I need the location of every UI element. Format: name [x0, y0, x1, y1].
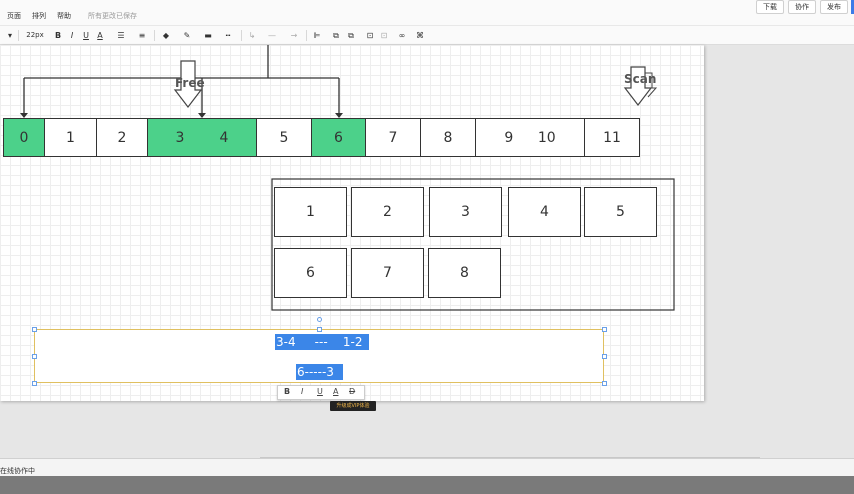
cell-6[interactable]: 6 [311, 118, 366, 157]
format-painter-icon[interactable]: ⌘ [414, 29, 426, 42]
lock-icon[interactable]: ⊡ [364, 29, 376, 42]
drawing-page[interactable]: Free Scan 0 1 2 3 4 5 6 7 8 9 10 11 1 2 … [0, 45, 704, 411]
cell-11[interactable]: 11 [584, 118, 640, 157]
box-1[interactable]: 1 [274, 187, 347, 237]
resize-handle[interactable] [602, 327, 607, 332]
send-back-icon[interactable]: ⧉ [345, 29, 357, 42]
dropdown-arrow-icon[interactable]: ▾ [6, 29, 14, 42]
resize-handle[interactable] [317, 327, 322, 332]
fmt-font-color-button[interactable]: A [333, 387, 338, 396]
fmt-bold-button[interactable]: B [284, 387, 290, 396]
align-objects-icon[interactable]: ⊫ [311, 29, 323, 42]
save-status: 所有更改已保存 [88, 12, 137, 20]
format-toolbar: ▾ 22px B I U A ☰ ≡ ◆ ✎ ▬ ┅ ↳ — → ⊫ ⧉ ⧉ ⊡… [0, 26, 854, 45]
fmt-italic-button[interactable]: I [301, 387, 303, 396]
toolbar-separator [241, 30, 242, 41]
box-2[interactable]: 2 [351, 187, 424, 237]
line-start-icon[interactable]: — [264, 29, 280, 42]
underline-button[interactable]: U [81, 29, 91, 42]
connector-icon[interactable]: ↳ [246, 29, 258, 42]
status-text: 在线协作中 [0, 467, 35, 475]
link-icon[interactable]: ∞ [396, 29, 408, 42]
resize-handle[interactable] [602, 381, 607, 386]
selected-text-line2[interactable]: 6-----3 [296, 364, 343, 380]
selected-text-line1[interactable]: 3-4 --- 1-2 [275, 334, 369, 350]
canvas-area[interactable]: Free Scan 0 1 2 3 4 5 6 7 8 9 10 11 1 2 … [0, 45, 854, 459]
font-color-button[interactable]: A [95, 29, 105, 42]
status-bar: 在线协作中 [0, 458, 854, 476]
fmt-clear-format-button[interactable]: D [349, 387, 355, 396]
cell-8[interactable]: 8 [420, 118, 476, 157]
menu-item-page[interactable]: 页面 [7, 11, 21, 21]
cell-7[interactable]: 7 [365, 118, 421, 157]
box-6[interactable]: 6 [274, 248, 347, 298]
cell-10-label: 10 [537, 129, 556, 146]
bottom-bar [0, 476, 854, 494]
toolbar-separator [18, 30, 19, 41]
cell-1[interactable]: 1 [44, 118, 97, 157]
label-scan[interactable]: Scan [624, 72, 656, 86]
cell-3-4[interactable]: 3 4 [147, 118, 257, 157]
cell-2[interactable]: 2 [96, 118, 148, 157]
fmt-underline-button[interactable]: U [317, 387, 323, 396]
line-width-icon[interactable]: ▬ [201, 29, 215, 42]
align-icon[interactable]: ☰ [114, 29, 128, 42]
toolbar-separator [306, 30, 307, 41]
cell-9-label: 9 [504, 129, 514, 146]
box-3[interactable]: 3 [429, 187, 502, 237]
resize-handle[interactable] [32, 381, 37, 386]
toolbar-separator [154, 30, 155, 41]
rotate-handle-icon[interactable] [317, 317, 322, 322]
resize-handle[interactable] [32, 354, 37, 359]
bring-front-icon[interactable]: ⧉ [330, 29, 342, 42]
box-5[interactable]: 5 [584, 187, 657, 237]
line-color-icon[interactable]: ✎ [180, 29, 194, 42]
resize-handle[interactable] [32, 327, 37, 332]
line-end-icon[interactable]: → [285, 29, 303, 42]
cell-9-10[interactable]: 9 10 [475, 118, 585, 157]
fill-color-icon[interactable]: ◆ [159, 29, 173, 42]
font-size-select[interactable]: 22px [22, 29, 48, 42]
box-8[interactable]: 8 [428, 248, 501, 298]
collaborate-button[interactable]: 协作 [788, 0, 816, 14]
download-button[interactable]: 下载 [756, 0, 784, 14]
menu-item-help[interactable]: 帮助 [57, 11, 71, 21]
box-4[interactable]: 4 [508, 187, 581, 237]
bold-button[interactable]: B [53, 29, 63, 42]
box-7[interactable]: 7 [351, 248, 424, 298]
cell-4-label: 4 [219, 129, 229, 146]
vip-tooltip: 升级成VIP体验 [330, 401, 376, 411]
unlock-icon[interactable]: ⊡ [378, 29, 390, 42]
resize-handle[interactable] [602, 354, 607, 359]
label-free[interactable]: Free [175, 76, 205, 90]
list-icon[interactable]: ≡ [135, 29, 149, 42]
cell-0[interactable]: 0 [3, 118, 45, 157]
italic-button[interactable]: I [67, 29, 77, 42]
publish-button[interactable]: 发布 [820, 0, 848, 14]
floating-format-bar: B I U A D [277, 385, 365, 400]
cell-3-label: 3 [175, 129, 185, 146]
menu-item-arrange[interactable]: 排列 [32, 11, 46, 21]
menu-bar: 页面 排列 帮助 所有更改已保存 下载 协作 发布 [0, 0, 854, 26]
cell-5[interactable]: 5 [256, 118, 312, 157]
line-style-icon[interactable]: ┅ [221, 29, 235, 42]
